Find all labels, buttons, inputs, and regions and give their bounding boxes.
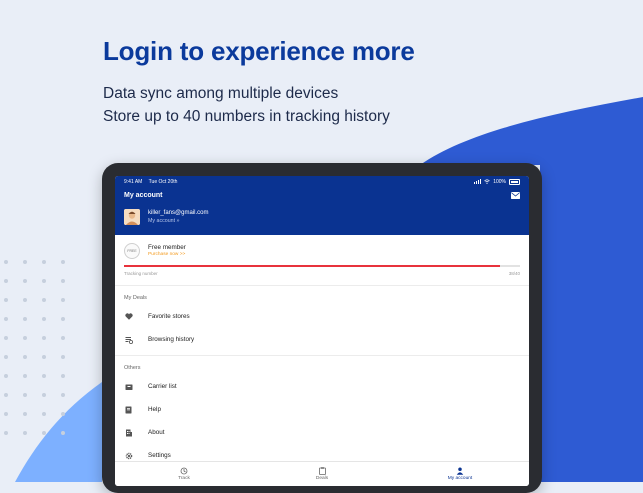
decorative-dot [61,279,65,283]
status-bar: 9:41 AM Tue Oct 20th 100% [115,176,529,187]
wifi-icon [484,179,490,184]
decorative-dot [23,412,27,416]
decorative-dot [23,393,27,397]
decorative-dot [23,336,27,340]
section-my-deals: My Deals [124,295,147,301]
decorative-dot [61,317,65,321]
app-screen: 9:41 AM Tue Oct 20th 100% My account kil… [115,176,529,486]
tracking-progress-fill [124,265,501,267]
decorative-dot [42,298,46,302]
tracking-label: Tracking number [124,271,158,276]
decorative-dot [23,279,27,283]
gear-icon [124,451,133,460]
menu-favorite-stores[interactable]: Favorite stores [115,305,529,328]
menu-about[interactable]: About [115,421,529,444]
bottom-tab-bar: Track Deals My account [115,461,529,486]
book-icon [124,405,133,414]
decorative-dot [42,374,46,378]
decorative-dot [23,298,27,302]
status-time: 9:41 AM [124,178,143,185]
tracking-count: 38/40 [508,271,520,276]
page-title: My account [124,192,163,199]
account-email: killer_fans@gmail.com [148,210,209,216]
decorative-dot [4,317,8,321]
decorative-dot [42,260,46,264]
avatar[interactable] [124,209,140,225]
member-tier: Free member [148,244,186,251]
decorative-dot [42,355,46,359]
status-date: Tue Oct 20th [148,178,178,185]
decorative-dot [23,260,27,264]
decorative-dot [4,393,8,397]
page-headline: Login to experience more [103,36,415,66]
building-icon [124,428,133,437]
purchase-link[interactable]: Purchase now >> [148,252,185,257]
free-badge-icon: FREE [124,243,140,259]
decorative-dot [4,298,8,302]
decorative-dot [23,355,27,359]
tab-label: My account [447,476,473,481]
decorative-dot [61,260,65,264]
decorative-dot [61,336,65,340]
decorative-dot-grid [4,260,76,450]
decorative-dot [42,393,46,397]
section-others: Others [124,365,141,371]
person-icon [456,467,464,475]
decorative-dot [61,298,65,302]
tab-deals[interactable]: Deals [253,462,391,486]
decorative-dot [23,317,27,321]
decorative-dot [42,431,46,435]
decorative-dot [4,412,8,416]
menu-label: Browsing history [148,336,195,343]
decorative-dot [4,260,8,264]
box-icon [124,382,133,391]
tab-track[interactable]: Track [115,462,253,486]
decorative-dot [61,355,65,359]
decorative-dot [4,279,8,283]
menu-label: Carrier list [148,383,177,390]
feature-line-sync: Data sync among multiple devices [103,85,339,102]
decorative-dot [23,374,27,378]
avatar-image [124,209,140,225]
feature-line-history: Store up to 40 numbers in tracking histo… [103,108,390,125]
battery-percent: 100% [493,178,506,185]
menu-label: About [148,429,165,436]
decorative-dot [61,431,65,435]
decorative-dot [4,355,8,359]
menu-carrier-list[interactable]: Carrier list [115,375,529,398]
decorative-dot [42,279,46,283]
decorative-dot [4,336,8,340]
heart-icon [124,312,133,321]
signal-icon [474,179,482,184]
tablet-frame: 9:41 AM Tue Oct 20th 100% My account kil… [102,163,542,493]
deals-icon [318,467,326,475]
decorative-dot [42,412,46,416]
menu-label: Help [148,406,161,413]
history-icon [124,335,133,344]
my-account-link[interactable]: My account » [148,218,180,224]
mail-icon[interactable] [511,192,520,199]
battery-icon [509,178,520,185]
menu-browsing-history[interactable]: Browsing history [115,328,529,351]
decorative-dot [4,431,8,435]
decorative-dot [4,374,8,378]
decorative-dot [42,317,46,321]
tracking-progress-bar [124,265,520,267]
decorative-dot [61,412,65,416]
menu-label: Favorite stores [148,313,190,320]
account-header: My account killer_fans@gmail.com My acco… [115,187,529,235]
tab-my-account[interactable]: My account [391,462,529,486]
decorative-dot [61,393,65,397]
decorative-dot [42,336,46,340]
decorative-dot [61,374,65,378]
track-icon [180,467,188,475]
tab-label: Deals [315,476,329,481]
membership-card[interactable]: FREE Free member Purchase now >> Trackin… [115,235,529,286]
menu-help[interactable]: Help [115,398,529,421]
decorative-dot [23,431,27,435]
menu-label: Settings [148,452,171,459]
tab-label: Track [178,476,190,481]
